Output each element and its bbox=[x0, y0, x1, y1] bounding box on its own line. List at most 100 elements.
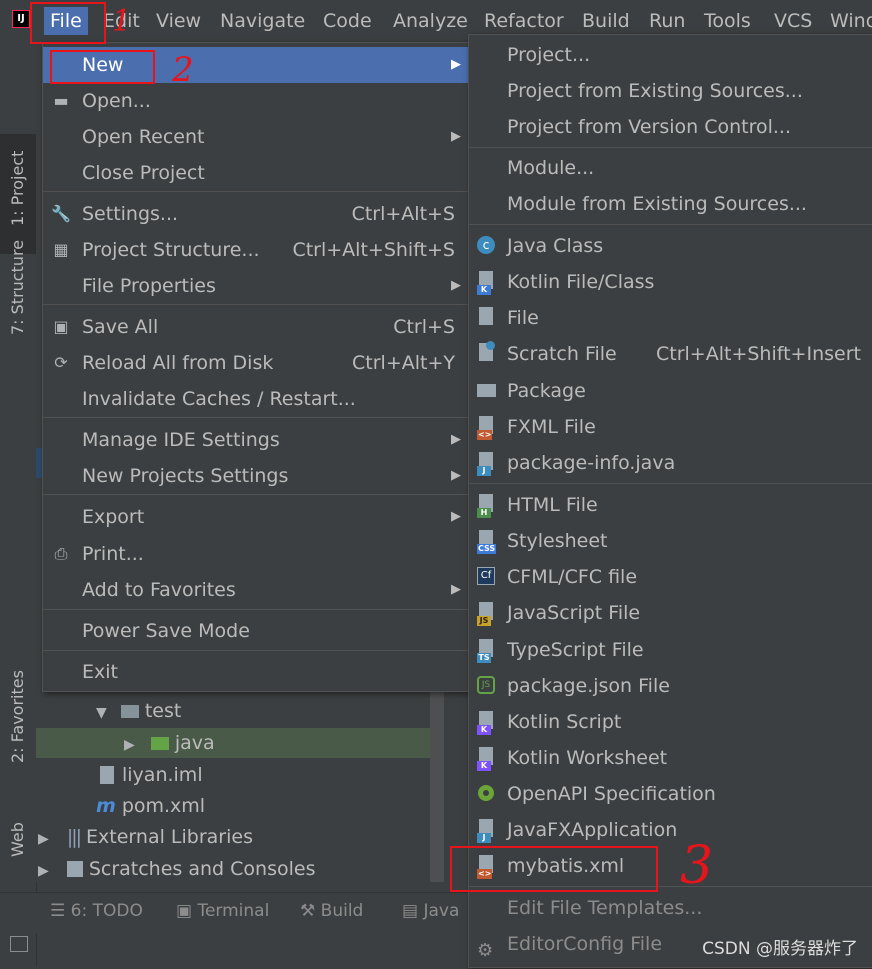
folder-open-icon: ▬ bbox=[53, 91, 69, 110]
tab-favorites[interactable]: 2: Favorites bbox=[0, 667, 36, 777]
menu-run[interactable]: Run bbox=[649, 7, 685, 35]
tree-item-label: test bbox=[144, 700, 182, 722]
new-item-project-vcs[interactable]: Project from Version Control... bbox=[469, 109, 872, 145]
menu-item-close-project[interactable]: Close Project bbox=[43, 155, 469, 191]
menu-item-exit[interactable]: Exit bbox=[43, 654, 469, 690]
gear-icon: ⚙ bbox=[477, 940, 494, 961]
list-icon: ☰ bbox=[50, 901, 66, 921]
tree-item-scratches[interactable]: ▶ Scratches and Consoles bbox=[38, 854, 315, 884]
new-item-stylesheet[interactable]: CSS Stylesheet bbox=[469, 523, 872, 559]
new-item-project[interactable]: Project... bbox=[469, 37, 872, 73]
nodejs-icon: JS bbox=[477, 675, 497, 697]
new-item-module[interactable]: Module... bbox=[469, 150, 872, 186]
menu-item-label: Open Recent bbox=[82, 126, 205, 148]
submenu-item-label: Project from Existing Sources... bbox=[507, 80, 803, 102]
toggle-tool-windows-icon[interactable] bbox=[10, 936, 28, 952]
file-icon bbox=[477, 307, 497, 329]
new-item-scratch-file[interactable]: Scratch File Ctrl+Alt+Shift+Insert bbox=[469, 336, 872, 372]
submenu-item-label: Module from Existing Sources... bbox=[507, 193, 807, 215]
submenu-item-label: Kotlin Worksheet bbox=[507, 747, 668, 769]
submenu-arrow-icon: ▶ bbox=[451, 432, 461, 447]
menu-item-add-to-favorites[interactable]: Add to Favorites ▶ bbox=[43, 572, 469, 608]
menu-item-print[interactable]: ⎙ Print... bbox=[43, 536, 469, 572]
menu-navigate[interactable]: Navigate bbox=[220, 7, 305, 35]
tab-structure[interactable]: 7: Structure bbox=[0, 237, 36, 367]
submenu-arrow-icon: ▶ bbox=[451, 582, 461, 597]
new-item-fxml-file[interactable]: <> FXML File bbox=[469, 409, 872, 445]
new-item-cfml-file[interactable]: Cf CFML/CFC file bbox=[469, 559, 872, 595]
tab-project[interactable]: 1: Project bbox=[0, 134, 36, 254]
menu-refactor[interactable]: Refactor bbox=[484, 7, 564, 35]
tree-scrollbar[interactable] bbox=[430, 682, 444, 882]
tool-java[interactable]: ▤ Java bbox=[402, 901, 459, 921]
annotation-box-new bbox=[50, 50, 155, 84]
menu-item-label: Add to Favorites bbox=[82, 579, 236, 601]
menu-analyze[interactable]: Analyze bbox=[393, 7, 468, 35]
menu-item-settings[interactable]: 🔧 Settings... Ctrl+Alt+S bbox=[43, 196, 469, 232]
menu-code[interactable]: Code bbox=[323, 7, 372, 35]
tool-terminal[interactable]: ▣ Terminal bbox=[176, 901, 269, 921]
new-item-kotlin-file[interactable]: K Kotlin File/Class bbox=[469, 264, 872, 300]
tool-todo[interactable]: ☰ 6: TODO bbox=[50, 901, 143, 921]
menu-view[interactable]: View bbox=[156, 7, 201, 35]
menu-item-file-properties[interactable]: File Properties ▶ bbox=[43, 268, 469, 304]
submenu-item-label: Java Class bbox=[507, 235, 604, 257]
new-item-file[interactable]: File bbox=[469, 300, 872, 336]
menu-separator bbox=[43, 609, 469, 610]
menu-item-open[interactable]: ▬ Open... bbox=[43, 83, 469, 119]
new-item-typescript-file[interactable]: TS TypeScript File bbox=[469, 632, 872, 668]
menu-item-manage-ide-settings[interactable]: Manage IDE Settings ▶ bbox=[43, 422, 469, 458]
tree-item-label: pom.xml bbox=[121, 795, 206, 817]
submenu-item-label: File bbox=[507, 307, 539, 329]
menu-item-label: Exit bbox=[82, 661, 118, 683]
expand-arrow-icon: ▶ bbox=[38, 863, 49, 879]
tree-item-pom-xml[interactable]: m pom.xml bbox=[96, 791, 205, 821]
new-item-project-existing-sources[interactable]: Project from Existing Sources... bbox=[469, 73, 872, 109]
menu-item-label: Manage IDE Settings bbox=[82, 429, 280, 451]
intellij-app-icon: IJ bbox=[12, 10, 30, 28]
submenu-item-label: TypeScript File bbox=[507, 639, 644, 661]
new-item-java-class[interactable]: c Java Class bbox=[469, 228, 872, 264]
menu-item-power-save-mode[interactable]: Power Save Mode bbox=[43, 613, 469, 649]
menu-window[interactable]: Wind bbox=[830, 7, 872, 35]
javascript-file-icon: JS bbox=[477, 602, 497, 626]
new-item-javafx-application[interactable]: J JavaFXApplication bbox=[469, 812, 872, 848]
menu-tools[interactable]: Tools bbox=[704, 7, 751, 35]
new-item-javascript-file[interactable]: JS JavaScript File bbox=[469, 595, 872, 631]
menu-item-reload-all[interactable]: ⟳ Reload All from Disk Ctrl+Alt+Y bbox=[43, 345, 469, 381]
submenu-item-label: Project... bbox=[507, 44, 591, 66]
submenu-arrow-icon: ▶ bbox=[451, 278, 461, 293]
menu-item-new-projects-settings[interactable]: New Projects Settings ▶ bbox=[43, 458, 469, 494]
new-item-kotlin-worksheet[interactable]: K Kotlin Worksheet bbox=[469, 740, 872, 776]
new-item-module-existing-sources[interactable]: Module from Existing Sources... bbox=[469, 186, 872, 222]
submenu-item-label: Kotlin File/Class bbox=[507, 271, 655, 293]
tree-item-liyan-iml[interactable]: liyan.iml bbox=[100, 760, 203, 790]
watermark: CSDN @服务器炸了 bbox=[702, 939, 858, 959]
tab-web[interactable]: Web bbox=[0, 817, 36, 887]
new-item-package-info[interactable]: Jpackage-info.java bbox=[469, 445, 872, 481]
menu-item-open-recent[interactable]: Open Recent ▶ bbox=[43, 119, 469, 155]
new-item-openapi[interactable]: OpenAPI Specification bbox=[469, 776, 872, 812]
new-item-package-json[interactable]: JS package.json File bbox=[469, 668, 872, 704]
menu-separator bbox=[43, 417, 469, 418]
tree-item-java[interactable]: ▶ java bbox=[36, 728, 434, 758]
source-folder-icon bbox=[150, 737, 169, 750]
menu-vcs[interactable]: VCS bbox=[774, 7, 812, 35]
new-item-package[interactable]: Package bbox=[469, 373, 872, 409]
menu-build[interactable]: Build bbox=[582, 7, 630, 35]
annotation-mark-1: 1 bbox=[112, 4, 132, 39]
menu-item-invalidate-caches[interactable]: Invalidate Caches / Restart... bbox=[43, 381, 469, 417]
new-item-edit-file-templates[interactable]: Edit File Templates... bbox=[469, 890, 872, 926]
library-icon: ||| bbox=[66, 826, 82, 848]
new-item-kotlin-script[interactable]: K Kotlin Script bbox=[469, 704, 872, 740]
tree-item-test[interactable]: ▼ test bbox=[96, 696, 181, 726]
tree-item-external-libraries[interactable]: ▶ ||| External Libraries bbox=[38, 822, 253, 852]
menu-item-export[interactable]: Export ▶ bbox=[43, 499, 469, 535]
printer-icon: ⎙ bbox=[54, 544, 68, 563]
tool-build[interactable]: ⚒ Build bbox=[300, 901, 363, 921]
menu-item-project-structure[interactable]: ▦ Project Structure... Ctrl+Alt+Shift+S bbox=[43, 232, 469, 268]
tree-item-label: Scratches and Consoles bbox=[88, 858, 316, 880]
save-icon: ▣ bbox=[53, 317, 69, 336]
new-item-html-file[interactable]: H HTML File bbox=[469, 487, 872, 523]
menu-item-save-all[interactable]: ▣ Save All Ctrl+S bbox=[43, 309, 469, 345]
